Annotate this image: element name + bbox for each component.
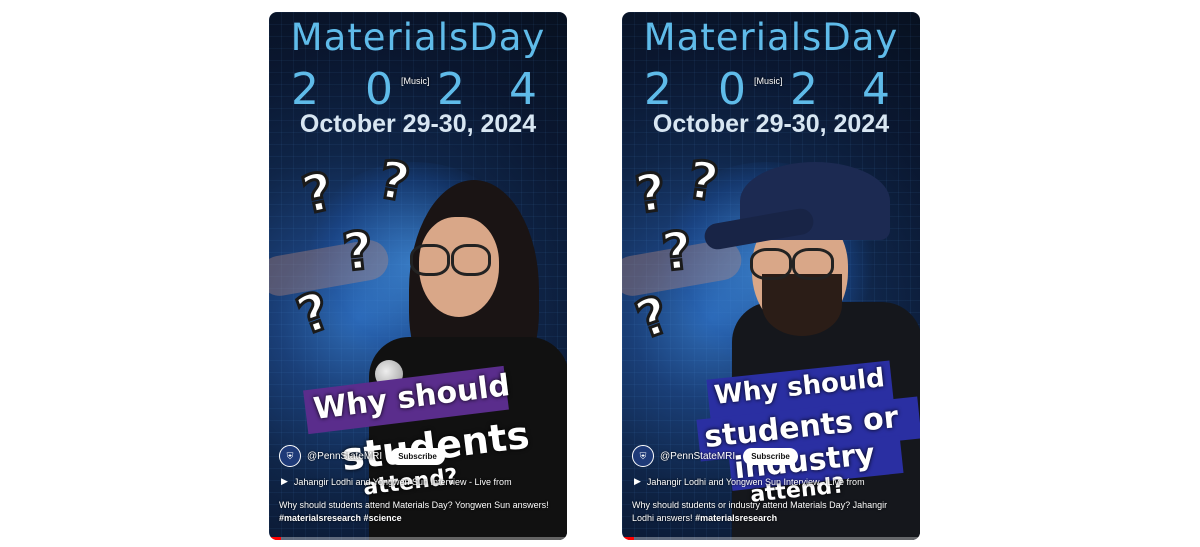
year-digit: 2	[644, 64, 672, 115]
related-video-link[interactable]: ▶ Jahangir Lodhi and Yongwen Sun Intervi…	[281, 476, 559, 487]
short-card-2[interactable]: MaterialsDay 2 0 2 4 [Music] October 29-…	[622, 12, 920, 540]
glasses-graphic	[750, 248, 792, 280]
related-video-title: Jahangir Lodhi and Yongwen Sun Interview…	[646, 476, 865, 487]
short-description: Why should students attend Materials Day…	[279, 499, 557, 525]
subscribe-button[interactable]: Subscribe	[390, 447, 445, 465]
play-icon: ▶	[634, 476, 641, 486]
year-digit: 2	[437, 64, 465, 115]
year-digit: 4	[509, 64, 537, 115]
caption-music-tag: [Music]	[401, 76, 430, 86]
channel-name[interactable]: @PennStateMRI	[660, 451, 735, 462]
progress-fill	[622, 537, 634, 540]
event-dates: October 29-30, 2024	[299, 110, 537, 138]
event-dates: October 29-30, 2024	[652, 110, 890, 138]
year-digit: 0	[365, 64, 393, 115]
caption-music-tag: [Music]	[754, 76, 783, 86]
glasses-graphic	[792, 248, 834, 280]
play-icon: ▶	[281, 476, 288, 486]
year-digit: 4	[862, 64, 890, 115]
glasses-graphic	[451, 244, 491, 276]
year-digit: 2	[790, 64, 818, 115]
description-text: Why should students attend Materials Day…	[279, 500, 549, 510]
shield-icon[interactable]: ⛨	[279, 445, 301, 467]
related-video-title: Jahangir Lodhi and Yongwen Sun Interview…	[293, 476, 512, 487]
channel-row: ⛨ @PennStateMRI Subscribe	[632, 445, 798, 467]
related-video-link[interactable]: ▶ Jahangir Lodhi and Yongwen Sun Intervi…	[634, 476, 912, 487]
hashtags[interactable]: #materialsresearch #science	[279, 513, 402, 523]
progress-bar[interactable]	[622, 537, 920, 540]
shield-icon[interactable]: ⛨	[632, 445, 654, 467]
channel-row: ⛨ @PennStateMRI Subscribe	[279, 445, 445, 467]
question-mark-icon: ?	[657, 219, 696, 285]
short-description: Why should students or industry attend M…	[632, 499, 910, 525]
progress-fill	[269, 537, 281, 540]
year-digit: 2	[291, 64, 319, 115]
beard-graphic	[762, 274, 842, 336]
hashtags[interactable]: #materialsresearch	[695, 513, 777, 523]
short-card-1[interactable]: MaterialsDay 2 0 2 4 [Music] October 29-…	[269, 12, 567, 540]
subscribe-button[interactable]: Subscribe	[743, 447, 798, 465]
question-mark-icon: ?	[338, 219, 377, 285]
progress-bar[interactable]	[269, 537, 567, 540]
year-digit: 0	[718, 64, 746, 115]
event-title: MaterialsDay	[290, 16, 546, 59]
glasses-graphic	[410, 244, 450, 276]
channel-name[interactable]: @PennStateMRI	[307, 451, 382, 462]
event-title: MaterialsDay	[643, 16, 899, 59]
